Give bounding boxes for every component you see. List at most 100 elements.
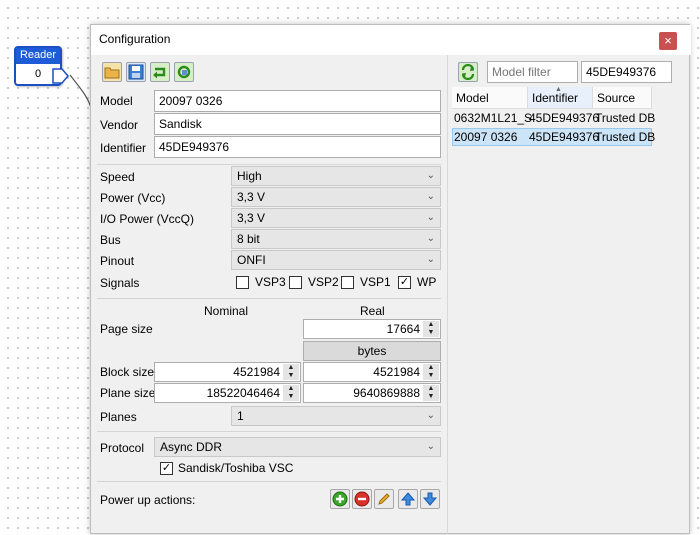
page-size-label: Page size [100, 322, 153, 336]
plane-size-nominal-value: 18522046464 [206, 386, 280, 400]
chevron-down-icon: ⌄ [426, 170, 435, 181]
spin-up-icon[interactable]: ▲ [423, 385, 439, 393]
separator [97, 298, 441, 299]
row-model: 0632M1L21_S [454, 111, 533, 125]
column-identifier[interactable]: Identifier ▲ [528, 86, 593, 109]
vsp2-checkbox[interactable] [289, 276, 302, 289]
open-folder-icon [104, 67, 120, 79]
vsp3-label: VSP3 [255, 275, 286, 289]
identifier-label: Identifier [100, 141, 147, 155]
spin-up-icon[interactable]: ▲ [283, 385, 299, 393]
remove-action-button[interactable] [352, 489, 372, 509]
table-row-selected[interactable]: 20097 0326 45DE949376 Trusted DB [452, 128, 656, 146]
refresh-icon [177, 65, 191, 79]
block-size-real-spinner[interactable]: 4521984 ▲ ▼ [303, 362, 441, 382]
vsp1-label: VSP1 [360, 275, 391, 289]
plane-size-nominal-spinner[interactable]: 18522046464 ▲ ▼ [154, 383, 301, 403]
planes-label: Planes [100, 410, 137, 424]
unit-button[interactable]: bytes [303, 341, 441, 361]
column-source[interactable]: Source [593, 87, 652, 109]
move-down-button[interactable] [420, 489, 440, 509]
table-row[interactable]: 0632M1L21_S 45DE949376 Trusted DB [452, 110, 656, 128]
identifier-filter-input[interactable]: 45DE949376 [581, 61, 672, 83]
row-identifier: 45DE949376 [529, 130, 600, 144]
separator [97, 431, 441, 432]
row-source: Trusted DB [595, 111, 656, 125]
signals-label: Signals [100, 276, 140, 290]
vsp1-checkbox[interactable] [341, 276, 354, 289]
plane-size-real-spinner[interactable]: 9640869888 ▲ ▼ [303, 383, 441, 403]
open-button[interactable] [102, 62, 122, 82]
sandisk-vsc-checkbox[interactable]: ✓ [160, 462, 173, 475]
sandisk-vsc-label: Sandisk/Toshiba VSC [178, 461, 294, 475]
io-power-select[interactable]: 3,3 V ⌄ [231, 208, 441, 228]
vsp3-checkbox[interactable] [236, 276, 249, 289]
page-size-real-spinner[interactable]: 17664 ▲ ▼ [303, 319, 441, 339]
check-icon: ✓ [161, 462, 172, 474]
planes-select[interactable]: 1 ⌄ [231, 406, 441, 426]
spin-up-icon[interactable]: ▲ [283, 364, 299, 372]
spin-down-icon[interactable]: ▼ [283, 393, 299, 401]
separator [97, 164, 441, 165]
close-button[interactable]: × [659, 32, 677, 50]
protocol-value: Async DDR [160, 440, 223, 454]
power-select[interactable]: 3,3 V ⌄ [231, 187, 441, 207]
reader-output-port-icon[interactable] [52, 68, 70, 84]
save-button[interactable] [126, 62, 146, 82]
remove-icon [354, 491, 370, 507]
load-button[interactable] [150, 62, 170, 82]
power-label: Power (Vcc) [100, 191, 166, 205]
reader-title: Reader [16, 48, 60, 64]
block-size-nominal-value: 4521984 [233, 365, 280, 379]
page-size-real-value: 17664 [386, 322, 420, 336]
edit-action-button[interactable] [374, 489, 394, 509]
spin-up-icon[interactable]: ▲ [423, 321, 439, 329]
bus-select[interactable]: 8 bit ⌄ [231, 229, 441, 249]
vendor-field[interactable]: Sandisk [154, 113, 441, 135]
load-icon [153, 67, 166, 79]
model-label: Model [100, 94, 133, 108]
block-size-nominal-spinner[interactable]: 4521984 ▲ ▼ [154, 362, 301, 382]
plane-size-real-value: 9640869888 [353, 386, 420, 400]
vsp2-label: VSP2 [308, 275, 339, 289]
io-power-value: 3,3 V [237, 211, 266, 225]
speed-select[interactable]: High ⌄ [231, 166, 441, 186]
spin-down-icon[interactable]: ▼ [423, 329, 439, 337]
row-source: Trusted DB [595, 130, 656, 144]
pinout-value: ONFI [237, 253, 266, 267]
nominal-header: Nominal [204, 304, 249, 318]
io-power-label: I/O Power (VccQ) [100, 212, 195, 226]
refresh-device-button[interactable] [174, 62, 194, 82]
spin-down-icon[interactable]: ▼ [423, 393, 439, 401]
move-down-icon [422, 492, 438, 506]
title-bar: Configuration × [91, 25, 691, 55]
real-header: Real [360, 304, 385, 318]
spin-down-icon[interactable]: ▼ [283, 372, 299, 380]
chevron-down-icon: ⌄ [426, 254, 435, 265]
spin-up-icon[interactable]: ▲ [423, 364, 439, 372]
speed-label: Speed [100, 170, 135, 184]
spin-down-icon[interactable]: ▼ [423, 372, 439, 380]
bus-label: Bus [100, 233, 121, 247]
chevron-down-icon: ⌄ [426, 212, 435, 223]
pinout-select[interactable]: ONFI ⌄ [231, 250, 441, 270]
identifier-field[interactable]: 45DE949376 [154, 136, 441, 158]
power-up-label: Power up actions: [100, 493, 196, 507]
model-filter-input[interactable] [487, 61, 578, 83]
protocol-select[interactable]: Async DDR ⌄ [154, 437, 441, 457]
sort-ascending-icon: ▲ [555, 86, 562, 93]
bus-value: 8 bit [237, 232, 260, 246]
move-up-button[interactable] [398, 489, 418, 509]
model-field[interactable]: 20097 0326 [154, 90, 441, 112]
add-action-button[interactable] [330, 489, 350, 509]
chevron-down-icon: ⌄ [426, 191, 435, 202]
planes-value: 1 [237, 409, 244, 423]
chevron-down-icon: ⌄ [426, 441, 435, 452]
wp-checkbox[interactable]: ✓ [398, 276, 411, 289]
save-icon [128, 64, 144, 80]
separator [97, 481, 441, 482]
pinout-label: Pinout [100, 254, 135, 268]
chevron-down-icon: ⌄ [426, 410, 435, 421]
column-model[interactable]: Model [452, 87, 528, 109]
refresh-database-button[interactable] [458, 62, 478, 82]
